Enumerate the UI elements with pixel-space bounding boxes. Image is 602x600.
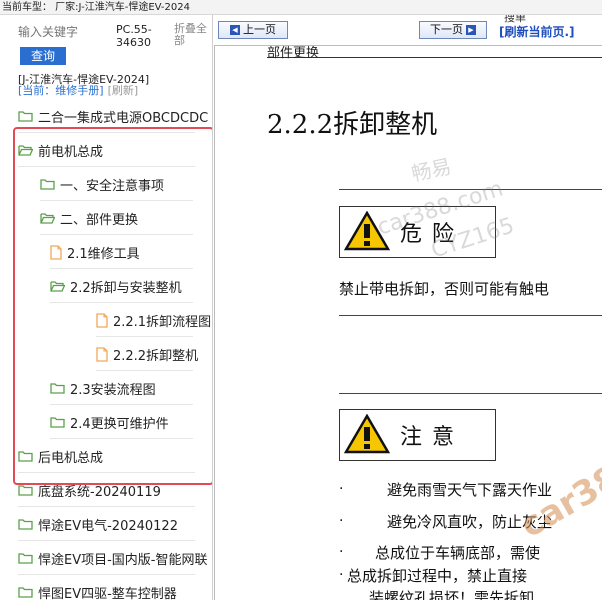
folder-icon <box>40 178 55 190</box>
divider <box>339 393 602 394</box>
tree-folder-item[interactable]: 后电机总成 <box>18 439 212 473</box>
divider <box>339 189 602 190</box>
tree-item-label: 2.4更换可维护件 <box>70 416 169 432</box>
folder-icon <box>18 552 33 564</box>
bullet-dot: · <box>339 481 344 497</box>
tree-folder-item[interactable]: 二合一集成式电源OBCDCDC <box>18 99 212 133</box>
watermark-text: 畅易 <box>409 154 454 186</box>
tree-folder-item[interactable]: 2.2拆卸与安装整机 <box>50 269 212 303</box>
next-page-button[interactable]: 下一页 ▶ <box>419 21 487 39</box>
note-line: 总成位于车辆底部，需使 <box>375 544 541 562</box>
danger-box: 危险 <box>339 206 496 258</box>
folder-open-icon <box>40 212 55 224</box>
tree-item-label: 2.1维修工具 <box>67 246 140 262</box>
note-line: 避免冷风直吹，防止灰尘 <box>387 513 553 531</box>
tree-item-label: 一、安全注意事项 <box>60 178 165 194</box>
tree-page-item[interactable]: 2.1维修工具 <box>50 235 212 269</box>
bullet-dot: · <box>339 544 344 560</box>
tree-item-label: 2.3安装流程图 <box>70 382 156 398</box>
tree-folder-item[interactable]: 悍途EV项目-国内版-智能网联 <box>18 541 212 575</box>
bullet-dot: · <box>339 567 344 583</box>
danger-label: 危险 <box>400 222 465 247</box>
search-area: 查询 PC.55-34630 折叠全部 <box>0 15 212 65</box>
collapse-all-link[interactable]: 折叠全部 <box>174 23 212 47</box>
section-header-text: 部件更换 <box>267 46 602 61</box>
search-button[interactable]: 查询 <box>20 47 66 65</box>
tree-page-item[interactable]: 2.2.1拆卸流程图 <box>96 303 212 337</box>
folder-open-icon <box>50 280 65 292</box>
page-icon <box>96 346 108 362</box>
tree-folder-item[interactable]: 前电机总成 <box>18 133 212 167</box>
folder-icon <box>18 450 33 462</box>
notice-box: 注意 <box>339 409 496 461</box>
document-body: 部件更换 2.2.2拆卸整机 危险 禁止带电拆卸，否则可能有触电 注意 · 避免… <box>214 45 602 600</box>
current-vehicle-text: 当前车型： 厂家:J-江淮汽车-悍途EV-2024 <box>2 2 190 13</box>
note-line: 装螺纹孔损坏！需先拆卸 <box>369 589 535 600</box>
tree-page-item[interactable]: 2.2.2拆卸整机 <box>96 337 212 371</box>
model-code: PC.55-34630 <box>116 23 152 49</box>
tree-item-label: 底盘系统-20240119 <box>38 484 161 500</box>
tree-folder-item[interactable]: 悍图EV四驱-整车控制器 <box>18 575 212 600</box>
page-icon <box>50 244 62 260</box>
divider <box>339 315 602 316</box>
tree-folder-item[interactable]: 2.4更换可维护件 <box>50 405 212 439</box>
refresh-tree-link[interactable]: [刷新] <box>108 84 139 97</box>
danger-text: 禁止带电拆卸，否则可能有触电 <box>339 280 550 298</box>
folder-icon <box>50 382 65 394</box>
tree-folder-item[interactable]: 底盘系统-20240119 <box>18 473 212 507</box>
tree-item-label: 悍途EV项目-国内版-智能网联 <box>38 552 208 568</box>
search-input[interactable] <box>18 23 113 41</box>
tree-folder-item[interactable]: 二、部件更换 <box>40 201 212 235</box>
current-manual: [当前：维修手册] <box>18 84 104 97</box>
page-title: 2.2.2拆卸整机 <box>267 110 438 140</box>
tree-folder-item[interactable]: 悍途EV电气-20240122 <box>18 507 212 541</box>
refresh-page-link[interactable]: [刷新当前页.] <box>499 23 575 40</box>
content-pane: ◀ 上一页 下一页 ▶ [刷新当前页.] 搜单 部件更换 2.2.2拆卸整机 危险 … <box>214 15 602 600</box>
arrow-left-icon: ◀ <box>230 25 240 35</box>
prev-page-button[interactable]: ◀ 上一页 <box>218 21 288 39</box>
bullet-dot: · <box>339 513 344 529</box>
note-line: 避免雨雪天气下露天作业 <box>387 481 553 499</box>
tree-item-label: 2.2拆卸与安装整机 <box>70 280 182 296</box>
tree-folder-item[interactable]: 2.3安装流程图 <box>50 371 212 405</box>
folder-open-icon <box>18 144 33 156</box>
folder-icon <box>18 110 33 122</box>
tree-item-label: 前电机总成 <box>38 144 104 160</box>
current-vehicle-bar: 当前车型： 厂家:J-江淮汽车-悍途EV-2024 <box>0 0 602 15</box>
tree-item-label: 二、部件更换 <box>60 212 139 228</box>
page-nav-bar: ◀ 上一页 下一页 ▶ [刷新当前页.] 搜单 <box>214 15 602 45</box>
prev-page-label: 上一页 <box>243 23 276 36</box>
sidebar: 查询 PC.55-34630 折叠全部 [J-江淮汽车-悍途EV-2024] [… <box>0 15 213 600</box>
tree-item-label: 悍图EV四驱-整车控制器 <box>38 586 177 600</box>
warning-triangle-icon <box>343 413 391 457</box>
next-page-label: 下一页 <box>430 23 463 36</box>
folder-icon <box>50 416 65 428</box>
current-manual-line: [当前：维修手册] [刷新] <box>18 85 138 97</box>
search-box: 查询 <box>18 23 113 65</box>
tree-item-label: 2.2.2拆卸整机 <box>113 348 199 364</box>
top-right-partial-text: 搜单 <box>504 15 526 24</box>
tree-item-label: 2.2.1拆卸流程图 <box>113 314 212 330</box>
tree-item-label: 二合一集成式电源OBCDCDC <box>38 110 209 126</box>
tree-item-label: 后电机总成 <box>38 450 104 466</box>
notice-label: 注意 <box>400 425 465 450</box>
folder-icon <box>18 518 33 530</box>
tree-item-label: 悍途EV电气-20240122 <box>38 518 178 534</box>
note-line: 总成拆卸过程中，禁止直接 <box>347 567 528 585</box>
warning-triangle-icon <box>343 210 391 254</box>
folder-icon <box>18 586 33 598</box>
tree-folder-item[interactable]: 一、安全注意事项 <box>40 167 212 201</box>
page-icon <box>96 312 108 328</box>
folder-icon <box>18 484 33 496</box>
arrow-right-icon: ▶ <box>466 25 476 35</box>
